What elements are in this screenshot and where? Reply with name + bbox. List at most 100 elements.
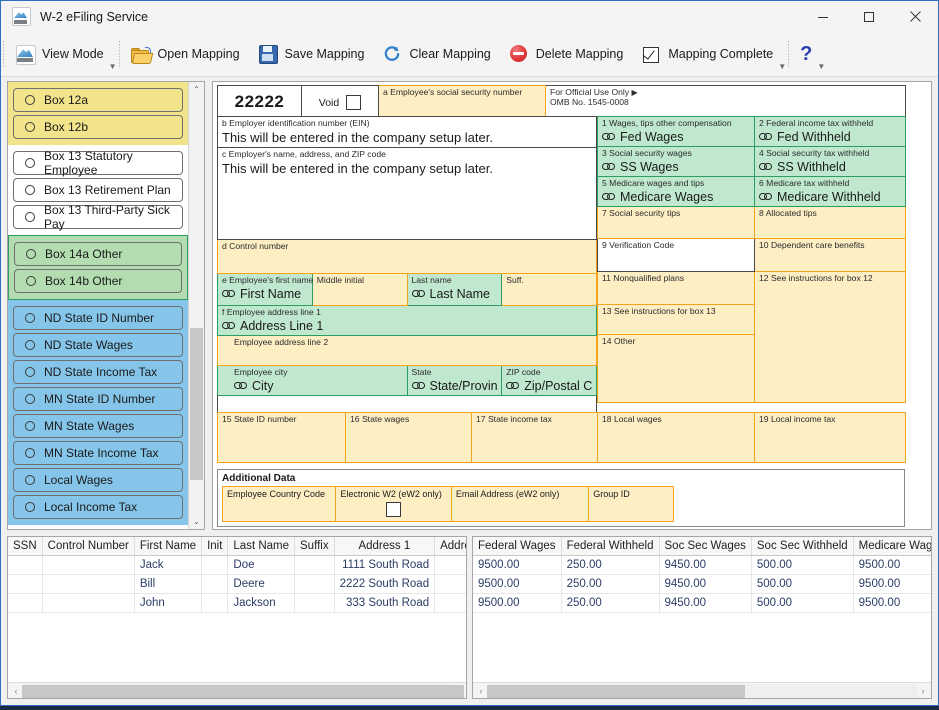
box18-cell[interactable]: 18 Local wages bbox=[598, 413, 755, 463]
scroll-down-icon[interactable]: ⌄ bbox=[189, 514, 204, 529]
last-name-cell[interactable]: Last name Last Name bbox=[407, 274, 502, 306]
table-row[interactable]: 9500.00250.009450.00500.009500.00150.0 bbox=[473, 594, 931, 613]
column-header[interactable]: Suffix bbox=[295, 537, 335, 556]
hscroll-thumb[interactable] bbox=[22, 685, 464, 699]
hscroll-thumb[interactable] bbox=[487, 685, 745, 699]
state-cell[interactable]: State State/Provin bbox=[407, 366, 502, 396]
table-cell[interactable]: Doe bbox=[228, 556, 295, 575]
box16-cell[interactable]: 16 State wages bbox=[346, 413, 472, 463]
box14-cell[interactable]: 14 Other bbox=[598, 335, 755, 403]
column-header[interactable]: Address 1 bbox=[334, 537, 435, 556]
sidebar-item-mn-state-income-tax[interactable]: MN State Income Tax bbox=[13, 441, 183, 465]
table-cell[interactable]: Jack bbox=[134, 556, 201, 575]
table-cell[interactable]: 1111 South Road bbox=[334, 556, 435, 575]
column-header[interactable]: Federal Withheld bbox=[561, 537, 659, 556]
table-row[interactable]: 9500.00250.009450.00500.009500.00150.0 bbox=[473, 556, 931, 575]
middle-initial-cell[interactable]: Middle initial bbox=[312, 274, 407, 306]
radio-icon[interactable] bbox=[25, 185, 35, 195]
table-cell[interactable]: 500.00 bbox=[751, 556, 853, 575]
column-header[interactable]: SSN bbox=[8, 537, 42, 556]
table-cell[interactable]: 250.00 bbox=[561, 556, 659, 575]
control-number-cell[interactable]: d Control number bbox=[218, 240, 597, 274]
sidebar-item-box-12a[interactable]: Box 12a bbox=[13, 88, 183, 112]
table-row[interactable]: 9500.00250.009450.00500.009500.00150.0 bbox=[473, 575, 931, 594]
sidebar-item-box-13-statutory-employee[interactable]: Box 13 Statutory Employee bbox=[13, 151, 183, 175]
sidebar-item-mn-state-id-number[interactable]: MN State ID Number bbox=[13, 387, 183, 411]
column-header[interactable]: Init bbox=[202, 537, 228, 556]
sidebar-item-nd-state-wages[interactable]: ND State Wages bbox=[13, 333, 183, 357]
table-cell[interactable]: Deere bbox=[228, 575, 295, 594]
employer-cell[interactable]: c Employer's name, address, and ZIP code… bbox=[218, 148, 597, 240]
radio-icon[interactable] bbox=[25, 421, 35, 431]
radio-icon[interactable] bbox=[25, 313, 35, 323]
box8-cell[interactable]: 8 Allocated tips bbox=[755, 207, 906, 239]
sidebar-item-box-13-third-party-sick-pay[interactable]: Box 13 Third-Party Sick Pay bbox=[13, 205, 183, 229]
wages-grid-hscrollbar[interactable]: ‹ › bbox=[473, 682, 931, 698]
box4-cell[interactable]: 4 Social security tax withheld SS Withhe… bbox=[755, 147, 906, 177]
table-cell[interactable]: 333 South Road bbox=[334, 594, 435, 613]
table-cell[interactable]: 9500.00 bbox=[853, 594, 931, 613]
radio-icon[interactable] bbox=[25, 394, 35, 404]
table-cell[interactable]: 9450.00 bbox=[659, 594, 751, 613]
column-header[interactable]: Federal Wages bbox=[473, 537, 561, 556]
table-cell[interactable] bbox=[42, 556, 134, 575]
ein-cell[interactable]: b Employer identification number (EIN) T… bbox=[218, 117, 597, 148]
clear-mapping-button[interactable]: Clear Mapping bbox=[373, 32, 499, 76]
box12-cell[interactable]: 12 See instructions for box 12 bbox=[755, 272, 906, 403]
sidebar-scroll-thumb[interactable] bbox=[190, 328, 203, 480]
open-mapping-button[interactable]: Open Mapping bbox=[122, 32, 249, 76]
table-cell[interactable] bbox=[295, 556, 335, 575]
table-cell[interactable] bbox=[202, 556, 228, 575]
radio-icon[interactable] bbox=[25, 122, 35, 132]
mapping-complete-dropdown-icon[interactable]: ▼ bbox=[778, 62, 786, 71]
box19-cell[interactable]: 19 Local income tax bbox=[755, 413, 906, 463]
save-mapping-button[interactable]: Save Mapping bbox=[249, 32, 374, 76]
table-cell[interactable] bbox=[8, 556, 42, 575]
box2-cell[interactable]: 2 Federal income tax withheld Fed Withhe… bbox=[755, 117, 906, 147]
table-cell[interactable] bbox=[295, 594, 335, 613]
delete-mapping-button[interactable]: Delete Mapping bbox=[500, 32, 633, 76]
radio-icon[interactable] bbox=[25, 95, 35, 105]
sidebar-item-box-14b-other[interactable]: Box 14b Other bbox=[14, 269, 182, 293]
box5-cell[interactable]: 5 Medicare wages and tips Medicare Wages bbox=[598, 177, 755, 207]
zip-cell[interactable]: ZIP code Zip/Postal Code bbox=[502, 366, 597, 396]
sidebar-item-nd-state-id-number[interactable]: ND State ID Number bbox=[13, 306, 183, 330]
table-cell[interactable] bbox=[435, 556, 466, 575]
view-mode-button[interactable]: View Mode bbox=[6, 32, 113, 76]
country-code-cell[interactable]: Employee Country Code bbox=[222, 486, 337, 522]
sidebar-item-box-14a-other[interactable]: Box 14a Other bbox=[14, 242, 182, 266]
column-header[interactable]: Address 2 bbox=[435, 537, 466, 556]
box3-cell[interactable]: 3 Social security wages SS Wages bbox=[598, 147, 755, 177]
city-cell[interactable]: Employee city City bbox=[218, 366, 408, 396]
column-header[interactable]: Medicare Wages bbox=[853, 537, 931, 556]
maximize-button[interactable] bbox=[846, 1, 892, 32]
column-header[interactable]: Control Number bbox=[42, 537, 134, 556]
employee-grid-hscrollbar[interactable]: ‹ › bbox=[8, 682, 466, 698]
void-checkbox[interactable] bbox=[346, 95, 361, 110]
table-row[interactable]: JackDoe1111 South RoadGrand bbox=[8, 556, 466, 575]
table-cell[interactable]: Jackson bbox=[228, 594, 295, 613]
table-cell[interactable] bbox=[435, 575, 466, 594]
table-cell[interactable]: 250.00 bbox=[561, 575, 659, 594]
box1-cell[interactable]: 1 Wages, tips other compensation Fed Wag… bbox=[598, 117, 755, 147]
radio-icon[interactable] bbox=[25, 158, 35, 168]
scroll-up-icon[interactable]: ⌃ bbox=[189, 82, 204, 97]
sidebar-scrollbar[interactable]: ⌃ ⌄ bbox=[188, 82, 204, 529]
table-cell[interactable] bbox=[202, 594, 228, 613]
radio-icon[interactable] bbox=[25, 475, 35, 485]
sidebar-item-mn-state-wages[interactable]: MN State Wages bbox=[13, 414, 183, 438]
first-name-cell[interactable]: e Employee's first name First Name bbox=[218, 274, 313, 306]
table-cell[interactable] bbox=[42, 594, 134, 613]
table-cell[interactable]: 9450.00 bbox=[659, 556, 751, 575]
suffix-cell[interactable]: Suff. bbox=[502, 274, 597, 306]
table-cell[interactable]: 2222 South Road bbox=[334, 575, 435, 594]
sidebar-item-box-12b[interactable]: Box 12b bbox=[13, 115, 183, 139]
sidebar-item-nd-state-income-tax[interactable]: ND State Income Tax bbox=[13, 360, 183, 384]
column-header[interactable]: Soc Sec Wages bbox=[659, 537, 751, 556]
sidebar-item-box-13-retirement-plan[interactable]: Box 13 Retirement Plan bbox=[13, 178, 183, 202]
radio-icon[interactable] bbox=[26, 276, 36, 286]
scroll-left-icon[interactable]: ‹ bbox=[475, 686, 487, 696]
radio-icon[interactable] bbox=[25, 448, 35, 458]
table-cell[interactable]: 500.00 bbox=[751, 594, 853, 613]
address1-cell[interactable]: f Employee address line 1 Address Line 1 bbox=[218, 306, 597, 336]
